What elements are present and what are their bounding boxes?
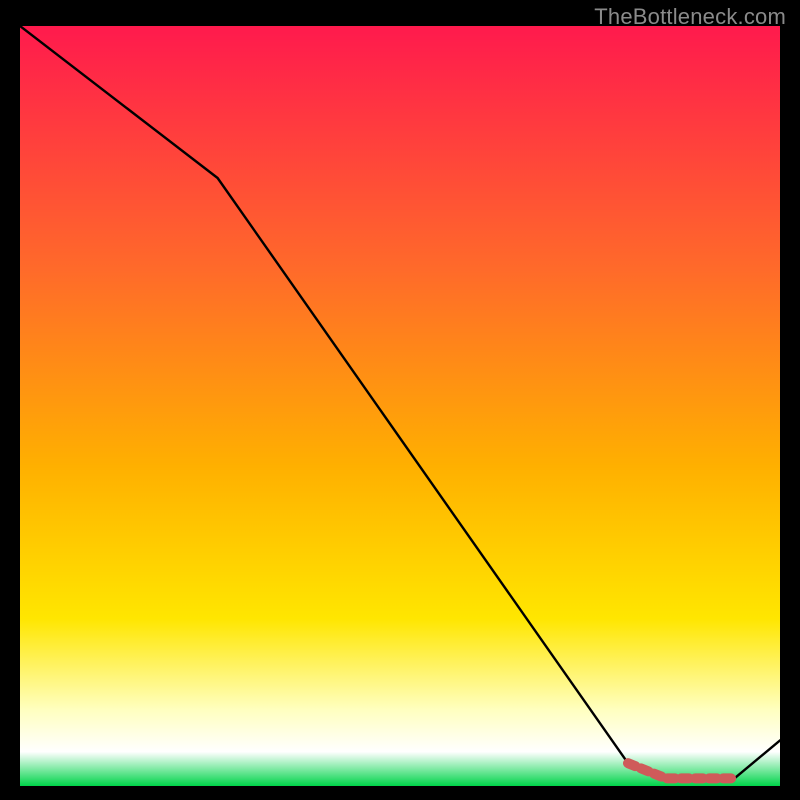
plot-area <box>20 26 780 786</box>
chart-background <box>20 26 780 786</box>
chart-svg <box>20 26 780 786</box>
chart-frame: TheBottleneck.com <box>0 0 800 800</box>
